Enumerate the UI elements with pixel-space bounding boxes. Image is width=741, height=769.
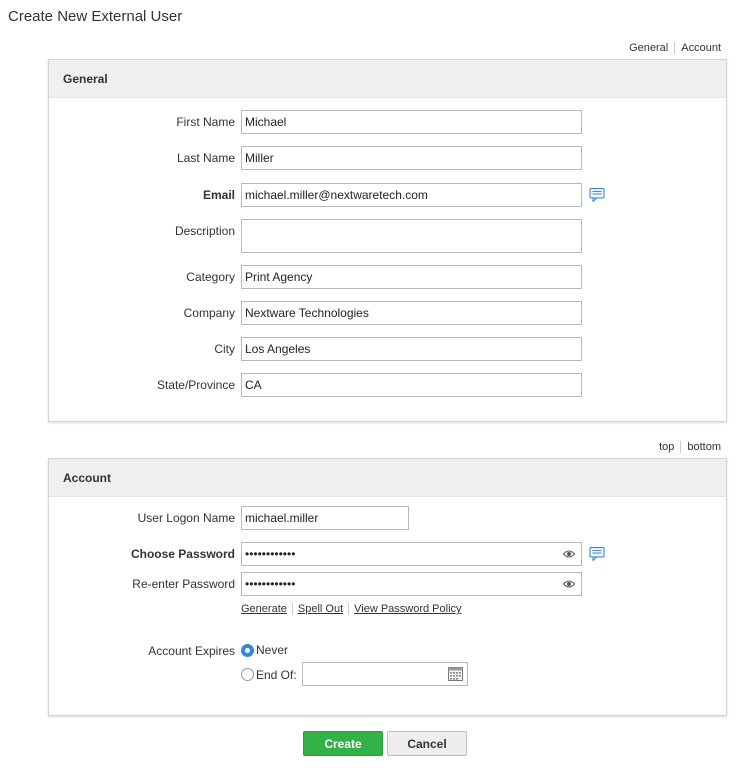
category-row: Category — [49, 265, 726, 289]
logon-input[interactable] — [241, 506, 409, 530]
email-label: Email — [202, 188, 235, 202]
comment-icon[interactable] — [589, 187, 605, 203]
description-label: Description — [174, 224, 235, 238]
password-label: Choose Password — [130, 547, 235, 561]
password-row: Choose Password •••••••••••• — [49, 542, 726, 566]
jump-links-top: General Account — [623, 42, 727, 54]
general-section-heading: General — [49, 60, 726, 98]
never-radio[interactable] — [241, 644, 254, 657]
end-of-date-field[interactable] — [302, 662, 468, 686]
page-title: Create New External User — [8, 8, 183, 25]
company-label: Company — [183, 306, 235, 320]
jump-links-mid: top bottom — [653, 441, 727, 453]
city-row: City — [49, 337, 726, 361]
category-label: Category — [186, 270, 235, 284]
account-section: Account User Logon Name Choose Password … — [48, 458, 727, 716]
first-name-input[interactable] — [241, 110, 582, 134]
create-button[interactable]: Create — [303, 731, 383, 756]
calendar-icon[interactable] — [448, 667, 463, 681]
city-input[interactable] — [241, 337, 582, 361]
city-label: City — [214, 342, 235, 356]
password-value: •••••••••••• — [245, 547, 296, 561]
email-row: Email — [49, 183, 726, 207]
password-links: Generate Spell Out View Password Policy — [241, 603, 467, 615]
description-row: Description — [49, 219, 726, 253]
first-name-row: First Name — [49, 110, 726, 134]
eye-icon[interactable] — [563, 549, 575, 559]
last-name-input[interactable] — [241, 146, 582, 170]
first-name-label: First Name — [176, 115, 235, 129]
description-textarea[interactable] — [241, 219, 582, 253]
logon-label: User Logon Name — [137, 511, 235, 525]
jump-link-general[interactable]: General — [623, 42, 674, 54]
email-input[interactable] — [241, 183, 582, 207]
password-input[interactable]: •••••••••••• — [241, 542, 582, 566]
view-password-policy-link[interactable]: View Password Policy — [348, 603, 466, 615]
state-input[interactable] — [241, 373, 582, 397]
reenter-value: •••••••••••• — [245, 577, 296, 591]
cancel-button[interactable]: Cancel — [387, 731, 467, 756]
end-of-label: End Of: — [256, 668, 297, 682]
category-input[interactable] — [241, 265, 582, 289]
company-input[interactable] — [241, 301, 582, 325]
last-name-row: Last Name — [49, 146, 726, 170]
logon-row: User Logon Name — [49, 506, 726, 530]
account-expires-label: Account Expires — [148, 644, 235, 658]
never-label: Never — [256, 643, 289, 657]
state-row: State/Province — [49, 373, 726, 397]
state-label: State/Province — [156, 378, 235, 392]
jump-link-top[interactable]: top — [653, 441, 680, 453]
generate-link[interactable]: Generate — [241, 603, 292, 615]
jump-link-bottom[interactable]: bottom — [680, 441, 727, 453]
reenter-row: Re-enter Password •••••••••••• — [49, 572, 726, 596]
company-row: Company — [49, 301, 726, 325]
end-of-radio[interactable] — [241, 668, 254, 681]
comment-icon[interactable] — [589, 546, 605, 562]
account-section-heading: Account — [49, 459, 726, 497]
general-section: General First Name Last Name Email Descr… — [48, 59, 727, 422]
reenter-password-input[interactable]: •••••••••••• — [241, 572, 582, 596]
eye-icon[interactable] — [563, 579, 575, 589]
last-name-label: Last Name — [176, 151, 235, 165]
reenter-label: Re-enter Password — [132, 577, 235, 591]
end-of-date-input[interactable] — [303, 663, 443, 685]
jump-link-account[interactable]: Account — [674, 42, 727, 54]
spell-out-link[interactable]: Spell Out — [291, 603, 348, 615]
